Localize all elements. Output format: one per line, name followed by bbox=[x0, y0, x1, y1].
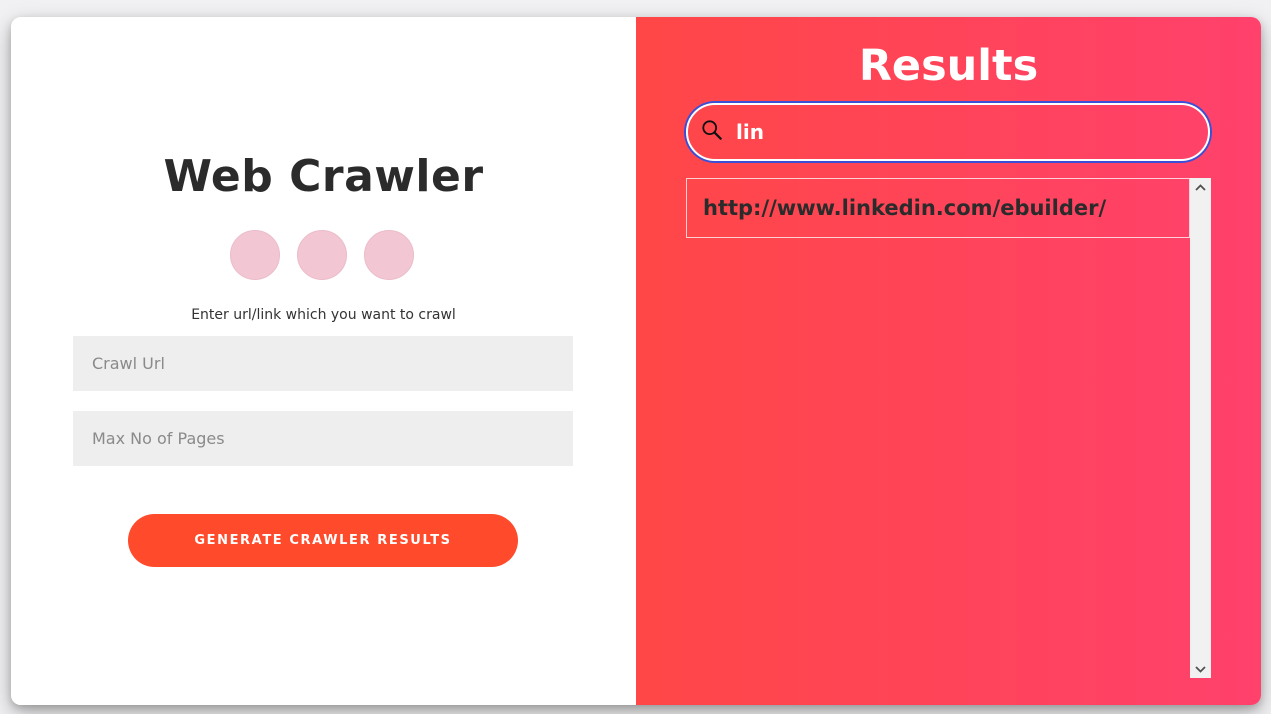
result-item[interactable]: http://www.linkedin.com/ebuilder/ bbox=[686, 178, 1190, 238]
linkedin-icon[interactable] bbox=[364, 230, 414, 280]
results-search-input[interactable] bbox=[736, 105, 1186, 159]
page-title: Web Crawler bbox=[163, 151, 484, 202]
crawl-hint-text: Enter url/link which you want to crawl bbox=[191, 307, 456, 323]
results-title: Results bbox=[858, 41, 1039, 91]
chevron-up-icon[interactable] bbox=[1190, 178, 1211, 196]
crawler-form-panel: Web Crawler Enter url/link which you wan… bbox=[11, 17, 636, 705]
chevron-down-icon[interactable] bbox=[1190, 660, 1211, 678]
crawler-card: Web Crawler Enter url/link which you wan… bbox=[11, 17, 1261, 705]
search-icon bbox=[702, 120, 722, 140]
crawl-url-input[interactable] bbox=[73, 336, 573, 391]
results-search-box[interactable] bbox=[686, 103, 1210, 161]
results-scrollbar[interactable] bbox=[1190, 178, 1211, 678]
generate-results-button[interactable]: Generate Crawler Results bbox=[128, 514, 518, 567]
facebook-icon[interactable] bbox=[230, 230, 280, 280]
results-panel: Results http://www.linkedin.com/ebuilder… bbox=[636, 17, 1261, 705]
google-plus-icon[interactable] bbox=[297, 230, 347, 280]
social-links bbox=[230, 230, 414, 280]
results-list: http://www.linkedin.com/ebuilder/ bbox=[686, 178, 1211, 678]
max-pages-input[interactable] bbox=[73, 411, 573, 466]
